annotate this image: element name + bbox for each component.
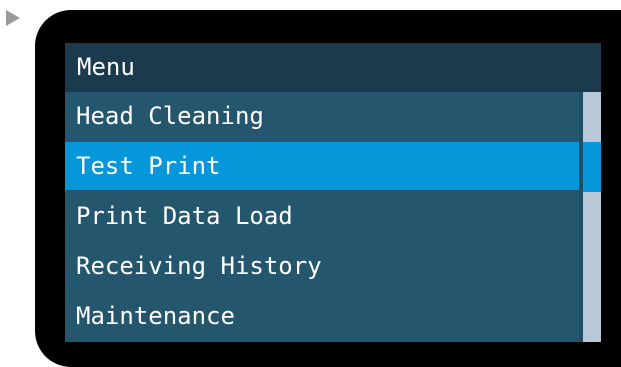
menu-item-maintenance[interactable]: Maintenance bbox=[65, 292, 579, 340]
scrollbar[interactable] bbox=[579, 92, 601, 342]
scrollbar-track[interactable] bbox=[583, 92, 601, 342]
menu-item-head-cleaning[interactable]: Head Cleaning bbox=[65, 92, 579, 140]
menu-item-receiving-history[interactable]: Receiving History bbox=[65, 242, 579, 290]
menu-list: Head Cleaning Test Print Print Data Load… bbox=[65, 92, 579, 342]
menu-item-test-print[interactable]: Test Print bbox=[65, 142, 579, 190]
menu-item-print-data-load[interactable]: Print Data Load bbox=[65, 192, 579, 240]
lcd-screen: Menu Head Cleaning Test Print Print Data… bbox=[65, 43, 601, 342]
menu-title: Menu bbox=[65, 43, 601, 92]
scrollbar-thumb[interactable] bbox=[583, 142, 601, 192]
triangle-right-icon bbox=[6, 10, 20, 26]
